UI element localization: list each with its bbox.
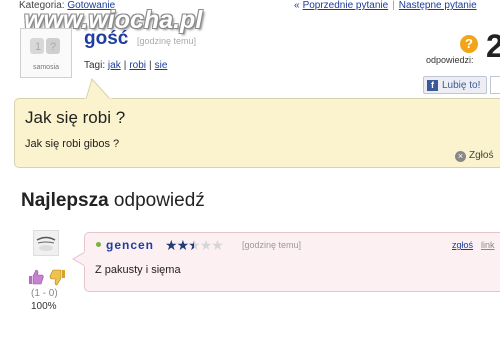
question-bubble-tail [85,78,112,100]
vote-percent: 100% [31,301,57,312]
thumb-up-icon[interactable] [29,269,44,285]
answers-count: 2 [486,28,500,64]
close-circle-icon: × [455,151,466,162]
report-answer-link[interactable]: zgłoś [452,240,473,250]
asker-name[interactable]: gość [84,28,128,50]
star-icon: ★ [165,237,178,253]
asker-avatar[interactable]: 1 ? samosia [20,28,72,78]
avatar-caption: samosia [32,64,60,71]
thumb-down-icon[interactable] [49,269,65,286]
nav-separator: | [392,0,395,11]
vote-buttons [29,269,65,286]
tag-separator: | [123,60,127,71]
svg-text:?: ? [50,41,56,53]
best-answer-heading-bold: Najlepsza [21,190,109,211]
like-count-box [490,76,500,94]
svg-text:1: 1 [35,41,41,53]
tags-row: Tagi: jak | robi | sie [84,60,167,71]
answer-time: [godzinę temu] [242,240,302,250]
question-nav: «Poprzednie pytanie | Następne pytanie [294,0,477,11]
tag-separator: | [149,60,152,71]
question-mark-icon: ? [460,35,478,53]
facebook-icon: f [427,80,438,91]
next-question-link[interactable]: Następne pytanie [399,0,477,11]
answer-permalink[interactable]: link [481,240,495,250]
report-label: Zgłoś [469,150,494,161]
online-status-icon [96,242,101,247]
star-icon: ★ [199,237,213,253]
answerer-avatar[interactable] [33,230,59,256]
tag-link[interactable]: robi [129,60,146,71]
tag-link[interactable]: sie [155,60,168,71]
avatar-image-icon: 1 ? [30,38,60,54]
back-arrow-icon: « [294,0,300,11]
vote-count: (1 - 0) [31,288,58,299]
star-icon: ★ [176,237,190,253]
rating-stars: ★★★★★ [165,237,224,254]
answerer-name[interactable]: gencen [106,238,154,252]
best-answer-heading-rest: odpowiedź [108,190,205,211]
best-answer-heading: Najlepsza odpowiedź [21,190,205,212]
question-title: Jak się robi ? [25,108,126,127]
like-label: Lubię to! [442,80,481,91]
answer-bubble-tail [72,251,86,267]
question-body: Jak się robi gibos ? [25,138,120,150]
facebook-like-button[interactable]: f Lubię to! [423,76,487,94]
avatar-image-icon [34,231,58,255]
answers-label: odpowiedzi: [426,55,474,65]
answer-body: Z pakusty i sięma [95,264,181,276]
report-question-button[interactable]: × Zgłoś [455,150,493,162]
tags-label: Tagi: [84,60,106,71]
tag-link[interactable]: jak [108,60,121,71]
star-icon: ★ [211,237,224,253]
star-icon: ★ [188,237,201,253]
prev-question-link[interactable]: Poprzednie pytanie [303,0,389,11]
asker-time: [godzinę temu] [137,36,197,46]
